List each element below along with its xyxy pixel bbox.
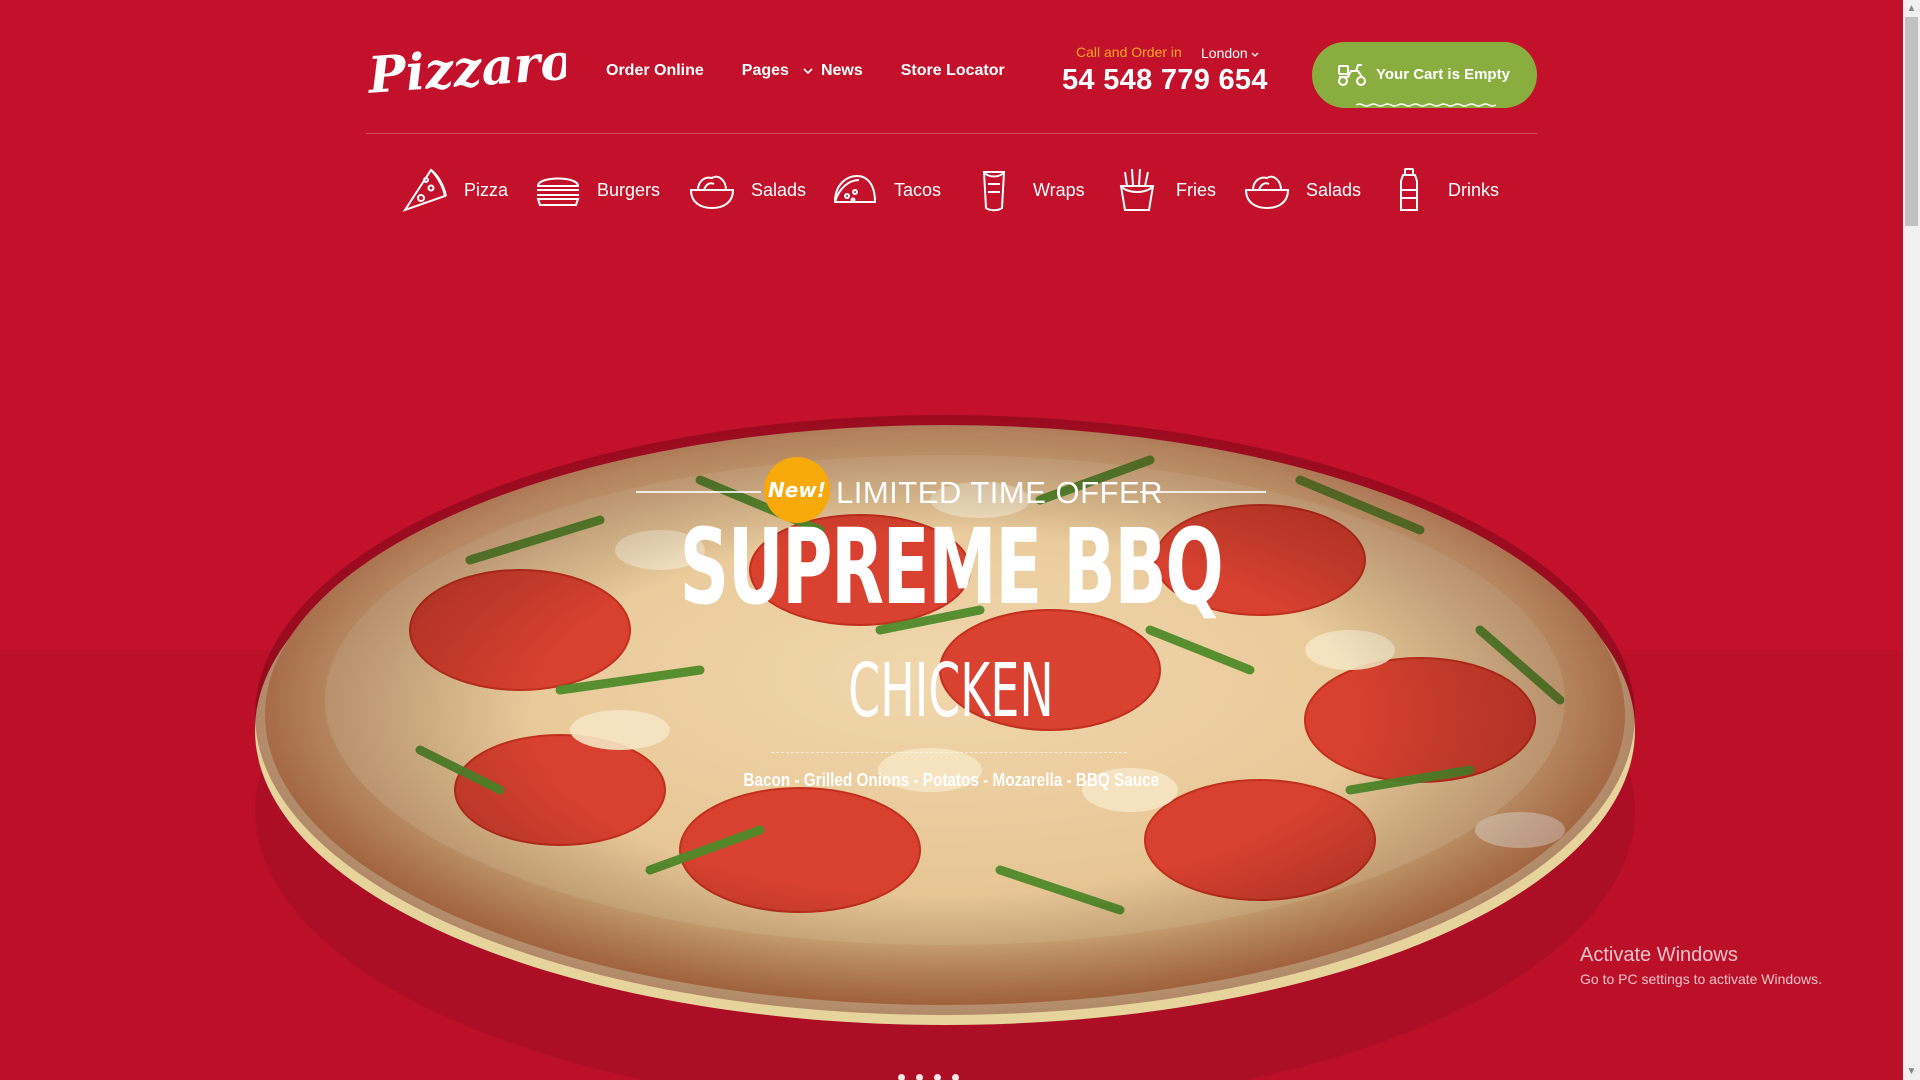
offer-line bbox=[636, 491, 761, 493]
page: Pizzaro Order Online Pages News Store Lo… bbox=[0, 0, 1903, 1080]
category-label: Fries bbox=[1176, 179, 1216, 200]
category-pizza[interactable]: Pizza bbox=[400, 160, 508, 220]
vertical-scrollbar[interactable]: ▲ ▼ bbox=[1903, 0, 1920, 1080]
category-salads[interactable]: Salads bbox=[687, 160, 806, 220]
hero-title: SUPREME BBQ bbox=[679, 506, 1224, 628]
chevron-down-icon bbox=[1251, 45, 1259, 61]
watermark-title: Activate Windows bbox=[1580, 944, 1738, 966]
city-label: London bbox=[1201, 45, 1248, 61]
category-salads[interactable]: Salads bbox=[1242, 160, 1361, 220]
salad-bowl-icon bbox=[1242, 165, 1292, 215]
slider-dot[interactable] bbox=[952, 1074, 959, 1080]
slider-dot[interactable] bbox=[916, 1074, 923, 1080]
nav-pages-label[interactable]: Pages bbox=[742, 62, 789, 80]
cart-underline bbox=[1355, 94, 1497, 107]
scroll-down-arrow-icon[interactable]: ▼ bbox=[1903, 1063, 1920, 1080]
fries-icon bbox=[1112, 165, 1162, 215]
call-label: Call and Order in bbox=[1076, 44, 1182, 60]
drink-bottle-icon bbox=[1384, 165, 1434, 215]
hero-subtitle: CHICKEN bbox=[848, 648, 1054, 734]
svg-text:Pizzaro: Pizzaro bbox=[366, 36, 566, 100]
scroll-up-arrow-icon[interactable]: ▲ bbox=[1903, 0, 1920, 17]
header-divider bbox=[366, 133, 1537, 134]
scooter-icon bbox=[1336, 62, 1368, 93]
slider-dot[interactable] bbox=[934, 1074, 941, 1080]
category-label: Wraps bbox=[1033, 179, 1085, 200]
slider-dot[interactable] bbox=[898, 1074, 905, 1080]
nav-pages[interactable]: Pages bbox=[742, 62, 821, 80]
nav-news[interactable]: News bbox=[821, 62, 863, 80]
nav-order-online[interactable]: Order Online bbox=[606, 62, 704, 80]
main-nav: Order Online Pages News Store Locator bbox=[606, 62, 1005, 80]
category-burgers[interactable]: Burgers bbox=[533, 160, 660, 220]
category-label: Burgers bbox=[597, 179, 661, 200]
wrap-icon bbox=[969, 165, 1019, 215]
cart-button[interactable]: Your Cart is Empty bbox=[1312, 42, 1537, 108]
category-wraps[interactable]: Wraps bbox=[969, 160, 1085, 220]
category-drinks[interactable]: Drinks bbox=[1384, 160, 1499, 220]
watermark-subtitle: Go to PC settings to activate Windows. bbox=[1580, 971, 1822, 987]
burger-icon bbox=[533, 165, 583, 215]
subtitle-separator bbox=[771, 752, 1127, 755]
offer-line bbox=[1140, 491, 1266, 493]
category-label: Tacos bbox=[894, 179, 942, 200]
category-label: Salads bbox=[751, 179, 807, 200]
brand-logo[interactable]: Pizzaro bbox=[364, 32, 575, 105]
category-label: Pizza bbox=[464, 179, 509, 200]
city-selector[interactable]: London bbox=[1201, 45, 1259, 61]
slider-dots bbox=[898, 1074, 970, 1080]
salad-bowl-icon bbox=[687, 165, 737, 215]
category-label: Drinks bbox=[1448, 179, 1500, 200]
scrollbar-thumb[interactable] bbox=[1905, 17, 1918, 226]
pizza-slice-icon bbox=[400, 165, 450, 215]
category-tacos[interactable]: Tacos bbox=[830, 160, 941, 220]
windows-activation-watermark: Activate Windows Go to PC settings to ac… bbox=[1580, 944, 1822, 987]
category-label: Salads bbox=[1306, 179, 1362, 200]
category-fries[interactable]: Fries bbox=[1112, 160, 1216, 220]
category-menu: Pizza Burgers Salads Tacos Wraps Fries S… bbox=[0, 160, 1903, 220]
phone-number[interactable]: 54 548 779 654 bbox=[1062, 64, 1268, 97]
cart-label: Your Cart is Empty bbox=[1376, 66, 1510, 83]
taco-icon bbox=[830, 165, 880, 215]
chevron-down-icon[interactable] bbox=[803, 62, 813, 80]
nav-store-locator[interactable]: Store Locator bbox=[901, 62, 1005, 80]
hero-ingredients: Bacon - Grilled Onions - Potatos - Mozar… bbox=[743, 770, 1160, 790]
